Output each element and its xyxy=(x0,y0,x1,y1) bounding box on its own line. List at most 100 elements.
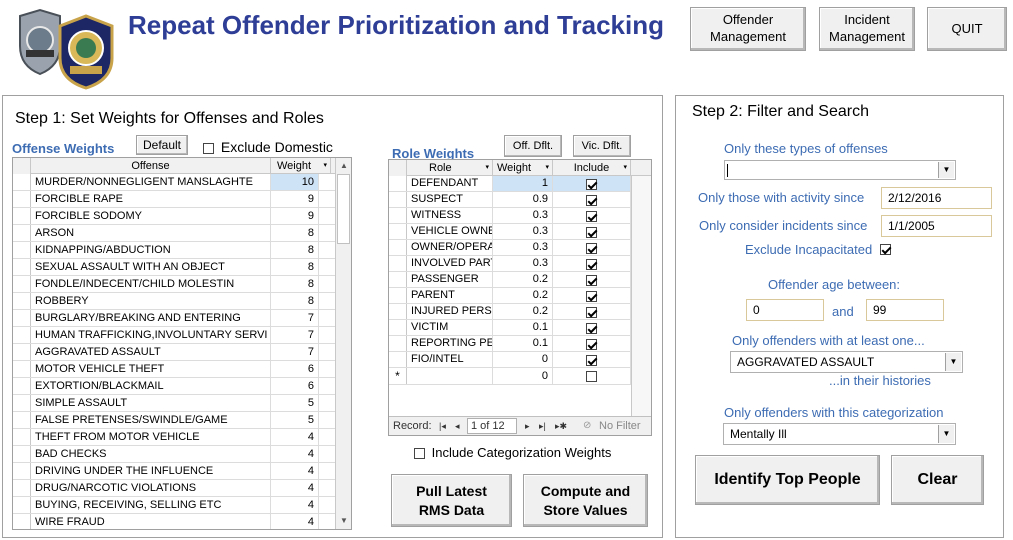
include-categorization-checkbox[interactable] xyxy=(414,448,425,460)
offense-row[interactable]: DRUG/NARCOTIC VIOLATIONS 4 xyxy=(13,480,335,497)
role-weight-cell[interactable]: 0.3 xyxy=(493,240,553,255)
role-include-cell[interactable] xyxy=(553,336,631,351)
offense-weight-cell[interactable]: 7 xyxy=(271,310,319,326)
role-weight-cell[interactable]: 0.9 xyxy=(493,192,553,207)
role-include-checkbox[interactable] xyxy=(586,211,597,223)
no-filter-label[interactable]: No Filter xyxy=(599,417,641,435)
row-selector[interactable] xyxy=(13,446,31,462)
role-weight-cell[interactable]: 0.3 xyxy=(493,224,553,239)
role-name-cell[interactable]: INJURED PERSO xyxy=(407,304,493,319)
categorization-dropdown-icon[interactable]: ▼ xyxy=(938,425,954,443)
offense-name-cell[interactable]: FALSE PRETENSES/SWINDLE/GAME xyxy=(31,412,271,428)
exclude-incapacitated-checkbox[interactable] xyxy=(879,244,891,256)
activity-since-input[interactable]: 2/12/2016 xyxy=(881,187,992,209)
offense-name-cell[interactable]: MURDER/NONNEGLIGENT MANSLAGHTE xyxy=(31,174,271,190)
role-name-cell[interactable]: INVOLVED PART xyxy=(407,256,493,271)
offense-name-cell[interactable]: DRIVING UNDER THE INFLUENCE xyxy=(31,463,271,479)
row-selector[interactable] xyxy=(13,225,31,241)
offense-name-cell[interactable]: BURGLARY/BREAKING AND ENTERING xyxy=(31,310,271,326)
new-weight-cell[interactable]: 0 xyxy=(493,368,553,384)
role-weight-cell[interactable]: 0.2 xyxy=(493,272,553,287)
row-selector[interactable] xyxy=(13,191,31,207)
row-selector[interactable] xyxy=(13,463,31,479)
offense-row[interactable]: FONDLE/INDECENT/CHILD MOLESTIN 8 xyxy=(13,276,335,293)
role-include-cell[interactable] xyxy=(553,272,631,287)
role-row-selector[interactable] xyxy=(389,352,407,367)
role-row[interactable]: INVOLVED PART 0.3 xyxy=(389,256,651,272)
offense-name-cell[interactable]: FORCIBLE RAPE xyxy=(31,191,271,207)
offense-row[interactable]: MURDER/NONNEGLIGENT MANSLAGHTE 10 xyxy=(13,174,335,191)
offense-types-dropdown-icon[interactable]: ▼ xyxy=(938,162,954,178)
prev-record-icon[interactable]: ◂ xyxy=(455,417,460,435)
role-name-cell[interactable]: FIO/INTEL xyxy=(407,352,493,367)
pull-rms-button[interactable]: Pull Latest RMS Data xyxy=(391,474,512,527)
role-include-checkbox[interactable] xyxy=(586,243,597,255)
role-row[interactable]: VEHICLE OWNEF 0.3 xyxy=(389,224,651,240)
off-default-button[interactable]: Off. Dflt. xyxy=(504,135,562,157)
role-include-checkbox[interactable] xyxy=(586,275,597,287)
offense-row[interactable]: SIMPLE ASSAULT 5 xyxy=(13,395,335,412)
row-selector[interactable] xyxy=(13,259,31,275)
new-role-cell[interactable] xyxy=(407,368,493,384)
offense-weight-cell[interactable]: 4 xyxy=(271,429,319,445)
role-name-cell[interactable]: VICTIM xyxy=(407,320,493,335)
offense-name-cell[interactable]: KIDNAPPING/ABDUCTION xyxy=(31,242,271,258)
scroll-up-icon[interactable]: ▲ xyxy=(340,161,348,170)
role-row-selector[interactable] xyxy=(389,256,407,271)
offense-row[interactable]: FORCIBLE SODOMY 9 xyxy=(13,208,335,225)
offense-weight-cell[interactable]: 4 xyxy=(271,497,319,513)
offense-name-cell[interactable]: SEXUAL ASSAULT WITH AN OBJECT xyxy=(31,259,271,275)
offense-column-header[interactable]: Offense xyxy=(31,158,271,174)
offense-row[interactable]: MOTOR VEHICLE THEFT 6 xyxy=(13,361,335,378)
role-weight-cell[interactable]: 0 xyxy=(493,352,553,367)
record-position-input[interactable]: 1 of 12 xyxy=(467,418,517,434)
role-name-cell[interactable]: REPORTING PER xyxy=(407,336,493,351)
role-row-selector[interactable] xyxy=(389,208,407,223)
new-record-row[interactable]: * 0 xyxy=(389,368,651,385)
role-include-cell[interactable] xyxy=(553,352,631,367)
role-name-cell[interactable]: PARENT xyxy=(407,288,493,303)
offense-weight-cell[interactable]: 4 xyxy=(271,480,319,496)
offense-name-cell[interactable]: HUMAN TRAFFICKING,INVOLUNTARY SERVI xyxy=(31,327,271,343)
role-name-cell[interactable]: WITNESS xyxy=(407,208,493,223)
row-selector[interactable] xyxy=(13,293,31,309)
row-selector[interactable] xyxy=(13,310,31,326)
first-record-icon[interactable]: |◂ xyxy=(439,417,446,435)
role-include-checkbox[interactable] xyxy=(586,179,597,191)
role-include-checkbox[interactable] xyxy=(586,355,597,367)
offense-name-cell[interactable]: ROBBERY xyxy=(31,293,271,309)
exclude-domestic-checkbox[interactable] xyxy=(203,142,214,154)
offense-weight-cell[interactable]: 6 xyxy=(271,361,319,377)
offense-row[interactable]: BUYING, RECEIVING, SELLING ETC 4 xyxy=(13,497,335,514)
row-selector[interactable] xyxy=(13,242,31,258)
role-row[interactable]: WITNESS 0.3 xyxy=(389,208,651,224)
offense-row[interactable]: HUMAN TRAFFICKING,INVOLUNTARY SERVI 7 xyxy=(13,327,335,344)
offense-weight-cell[interactable]: 8 xyxy=(271,293,319,309)
offense-row[interactable]: SEXUAL ASSAULT WITH AN OBJECT 8 xyxy=(13,259,335,276)
role-row[interactable]: VICTIM 0.1 xyxy=(389,320,651,336)
role-row-selector[interactable] xyxy=(389,336,407,351)
offense-weight-cell[interactable]: 9 xyxy=(271,191,319,207)
role-header-selector[interactable] xyxy=(389,160,407,176)
role-include-cell[interactable] xyxy=(553,320,631,335)
offense-row[interactable]: BURGLARY/BREAKING AND ENTERING 7 xyxy=(13,310,335,327)
role-include-cell[interactable] xyxy=(553,192,631,207)
new-include-checkbox[interactable] xyxy=(586,370,597,382)
role-row[interactable]: FIO/INTEL 0 xyxy=(389,352,651,368)
offense-name-cell[interactable]: BAD CHECKS xyxy=(31,446,271,462)
role-name-cell[interactable]: SUSPECT xyxy=(407,192,493,207)
role-include-cell[interactable] xyxy=(553,208,631,223)
offense-weight-cell[interactable]: 4 xyxy=(271,514,319,529)
offense-weight-cell[interactable]: 7 xyxy=(271,344,319,360)
offense-row[interactable]: AGGRAVATED ASSAULT 7 xyxy=(13,344,335,361)
row-selector[interactable] xyxy=(13,395,31,411)
offense-name-cell[interactable]: EXTORTION/BLACKMAIL xyxy=(31,378,271,394)
role-weight-cell[interactable]: 0.3 xyxy=(493,208,553,223)
role-weight-cell[interactable]: 0.1 xyxy=(493,336,553,351)
offense-name-cell[interactable]: FONDLE/INDECENT/CHILD MOLESTIN xyxy=(31,276,271,292)
role-include-checkbox[interactable] xyxy=(586,227,597,239)
role-include-checkbox[interactable] xyxy=(586,339,597,351)
role-include-checkbox[interactable] xyxy=(586,291,597,303)
scroll-thumb[interactable] xyxy=(337,174,350,244)
role-row-selector[interactable] xyxy=(389,272,407,287)
